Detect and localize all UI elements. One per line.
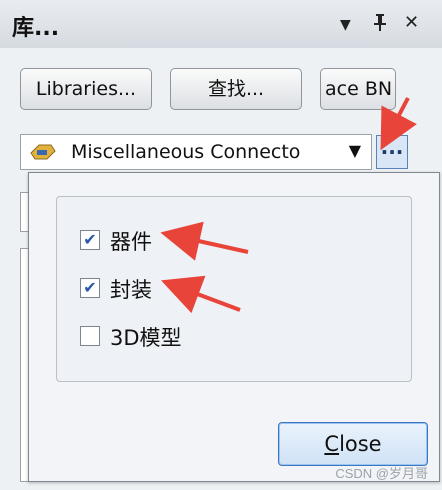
- libraries-button[interactable]: Libraries...: [20, 68, 152, 110]
- place-button[interactable]: ace BN: [320, 68, 396, 110]
- search-button[interactable]: 查找...: [170, 68, 302, 110]
- library-select-value: Miscellaneous Connecto: [71, 141, 301, 163]
- watermark: CSDN @岁月哥: [335, 466, 428, 481]
- more-options-button[interactable]: ...: [376, 135, 408, 169]
- pin-icon[interactable]: [372, 12, 388, 38]
- close-mnemonic: C: [324, 432, 340, 456]
- components-checkbox[interactable]: ✔: [80, 230, 100, 250]
- components-label: 器件: [110, 230, 152, 254]
- panel-menu-icon[interactable]: ▼: [340, 14, 351, 36]
- footprints-label: 封装: [110, 278, 152, 302]
- panel-titlebar: 库... ▼ ✕: [0, 0, 442, 49]
- library-chip-icon: [29, 141, 57, 163]
- 3d-models-checkbox[interactable]: [80, 326, 100, 346]
- chevron-down-icon[interactable]: ▼: [349, 141, 361, 160]
- close-button[interactable]: Close: [278, 422, 428, 466]
- footprints-checkbox[interactable]: ✔: [80, 278, 100, 298]
- 3d-models-label: 3D模型: [110, 326, 182, 350]
- panel-title: 库...: [12, 16, 60, 41]
- close-label: lose: [339, 432, 382, 456]
- library-select[interactable]: Miscellaneous Connecto ▼: [20, 134, 372, 170]
- close-icon[interactable]: ✕: [404, 12, 419, 34]
